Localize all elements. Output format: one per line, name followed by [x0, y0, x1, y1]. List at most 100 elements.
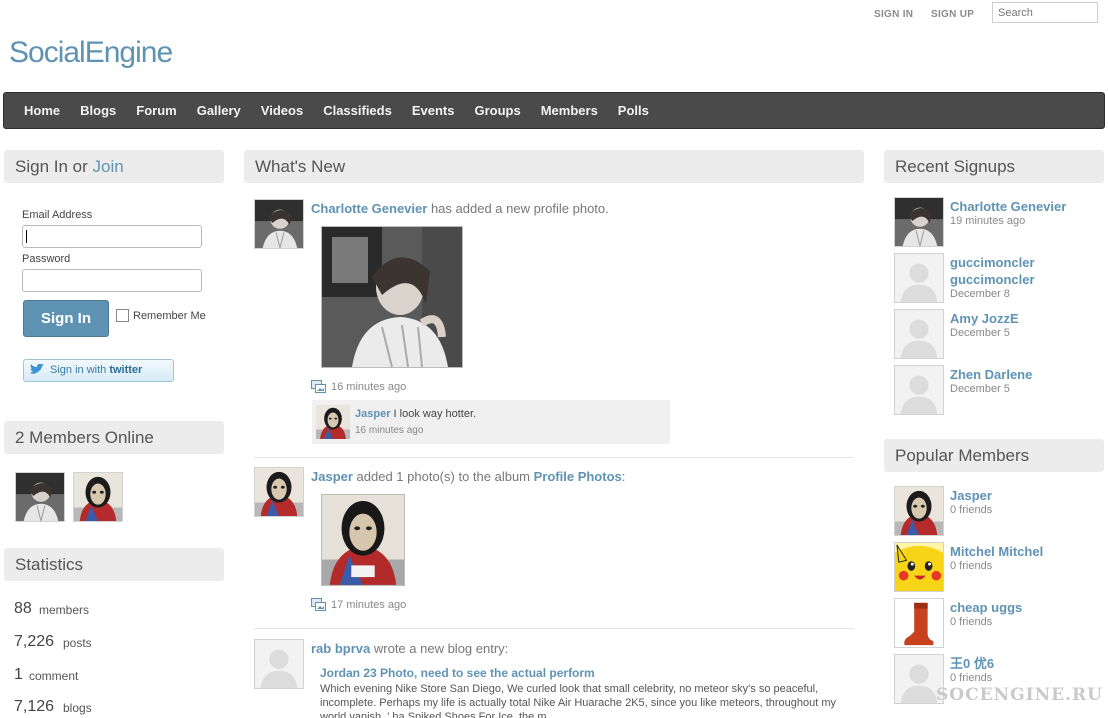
avatar: [255, 200, 303, 248]
comment-box: Jasper I look way hotter. 16 minutes ago: [312, 400, 670, 444]
remember-me-label: Remember Me: [133, 310, 206, 322]
comment-user-link[interactable]: Jasper: [355, 408, 390, 420]
nav-blogs[interactable]: Blogs: [70, 103, 126, 118]
comment-timestamp: 16 minutes ago: [355, 425, 424, 436]
feed-timestamp: 17 minutes ago: [331, 599, 407, 611]
twitter-signin-button[interactable]: Sign in with twitter: [23, 359, 174, 382]
remember-me-checkbox[interactable]: [116, 309, 129, 322]
member-name-link[interactable]: Charlotte Genevier: [950, 198, 1066, 215]
email-field[interactable]: [22, 225, 202, 248]
avatar: [316, 405, 350, 439]
stat-blogs-label: blogs: [63, 701, 92, 715]
member-friend-count: 0 friends: [950, 504, 993, 516]
avatar: [255, 468, 303, 516]
photo: [322, 227, 462, 367]
nav-polls[interactable]: Polls: [608, 103, 659, 118]
member-avatar[interactable]: [894, 542, 944, 592]
text-caret: [26, 230, 27, 243]
nav-groups[interactable]: Groups: [464, 103, 530, 118]
member-signup-time: December 5: [950, 383, 1010, 395]
member-avatar[interactable]: [894, 486, 944, 536]
stat-comments-label: comment: [29, 669, 79, 683]
stat-members-count: 88: [14, 600, 32, 617]
avatar: [895, 254, 943, 302]
signin-button[interactable]: Sign In: [23, 300, 109, 337]
nav-gallery[interactable]: Gallery: [187, 103, 251, 118]
avatar: [895, 599, 943, 647]
watermark-text: SOCENGINE.RU: [936, 685, 1103, 705]
member-signup-time: December 5: [950, 327, 1010, 339]
password-label: Password: [22, 253, 71, 265]
signin-title-text: Sign In or: [15, 157, 88, 176]
member-avatar[interactable]: [894, 365, 944, 415]
feed-divider: [254, 628, 854, 629]
nav-forum[interactable]: Forum: [126, 103, 186, 118]
member-name-link[interactable]: guccimoncler guccimoncler: [950, 254, 1050, 288]
member-name-link[interactable]: Jasper: [950, 487, 992, 504]
feed-item-text: Jasper added 1 photo(s) to the album Pro…: [311, 469, 625, 484]
password-field[interactable]: [22, 269, 202, 292]
photo: [322, 495, 404, 585]
search-input[interactable]: [992, 2, 1098, 23]
sign-in-link[interactable]: SIGN IN: [874, 9, 913, 20]
feed-user-link[interactable]: rab bprva: [311, 641, 370, 656]
twitter-button-prefix: Sign in with: [50, 364, 107, 376]
album-link[interactable]: Profile Photos: [534, 469, 622, 484]
member-friend-count: 0 friends: [950, 616, 993, 628]
join-link[interactable]: Join: [93, 157, 124, 176]
stat-comments-count: 1: [14, 666, 23, 683]
member-signup-time: 19 minutes ago: [950, 215, 1026, 227]
feed-item-text: Charlotte Genevier has added a new profi…: [311, 201, 609, 216]
statistics-panel-title: Statistics: [4, 548, 224, 581]
twitter-brand: twitter: [109, 364, 143, 376]
photo-icon: [311, 598, 326, 611]
nav-videos[interactable]: Videos: [251, 103, 313, 118]
member-avatar[interactable]: [894, 197, 944, 247]
member-avatar[interactable]: [894, 253, 944, 303]
feed-timestamp: 16 minutes ago: [331, 381, 407, 393]
nav-home[interactable]: Home: [14, 103, 70, 118]
signin-panel-title: Sign In or Join: [4, 150, 224, 183]
avatar: [74, 473, 122, 521]
member-avatar[interactable]: [894, 598, 944, 648]
member-avatar[interactable]: [894, 309, 944, 359]
stat-blogs-count: 7,126: [14, 698, 55, 715]
stat-posts-label: posts: [63, 636, 92, 650]
online-member-avatar[interactable]: [15, 472, 65, 522]
profile-photo-image[interactable]: [321, 226, 463, 368]
member-friend-count: 0 friends: [950, 672, 993, 684]
avatar: [895, 310, 943, 358]
feed-user-link[interactable]: Charlotte Genevier: [311, 201, 427, 216]
comment-avatar[interactable]: [316, 405, 350, 439]
blog-entry-title[interactable]: Jordan 23 Photo, need to see the actual …: [320, 666, 595, 680]
avatar: [895, 543, 943, 591]
recent-signups-title: Recent Signups: [884, 150, 1104, 183]
sign-up-link[interactable]: SIGN UP: [931, 9, 974, 20]
feed-avatar[interactable]: [254, 639, 304, 689]
member-name-link[interactable]: Amy JozzE: [950, 310, 1019, 327]
email-label: Email Address: [22, 209, 93, 221]
nav-members[interactable]: Members: [531, 103, 608, 118]
avatar: [895, 487, 943, 535]
popular-members-title: Popular Members: [884, 439, 1104, 472]
site-logo[interactable]: SocialEngine: [9, 36, 173, 70]
feed-action-text: has added a new profile photo.: [430, 201, 609, 216]
album-photo-image[interactable]: [321, 494, 405, 586]
online-member-avatar[interactable]: [73, 472, 123, 522]
avatar: [255, 640, 303, 688]
member-name-link[interactable]: Zhen Darlene: [950, 366, 1032, 383]
member-name-link[interactable]: cheap uggs: [950, 599, 1022, 616]
member-name-link[interactable]: Mitchel Mitchel: [950, 543, 1043, 560]
feed-user-link[interactable]: Jasper: [311, 469, 353, 484]
feed-avatar[interactable]: [254, 199, 304, 249]
member-name-link[interactable]: 王0 优6: [950, 655, 994, 672]
member-friend-count: 0 friends: [950, 560, 993, 572]
feed-action-text: wrote a new blog entry:: [373, 641, 509, 656]
nav-events[interactable]: Events: [402, 103, 465, 118]
avatar: [16, 473, 64, 521]
stat-members-label: members: [39, 603, 90, 617]
feed-avatar[interactable]: [254, 467, 304, 517]
member-signup-time: December 8: [950, 288, 1010, 300]
nav-classifieds[interactable]: Classifieds: [313, 103, 402, 118]
photo-icon: [311, 380, 326, 393]
